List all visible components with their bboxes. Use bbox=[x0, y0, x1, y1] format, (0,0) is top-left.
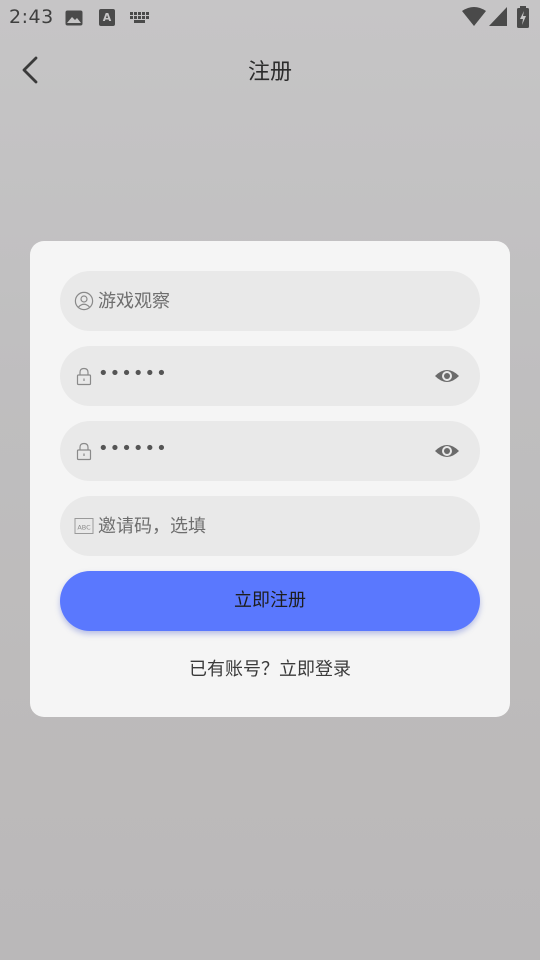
password-field[interactable]: •••••• bbox=[60, 346, 480, 406]
svg-text:A: A bbox=[103, 11, 112, 24]
password-input[interactable]: •••••• bbox=[98, 363, 168, 384]
status-bar: 2:43 A bbox=[0, 0, 540, 36]
register-button[interactable]: 立即注册 bbox=[60, 571, 480, 631]
confirm-password-field[interactable]: •••••• bbox=[60, 421, 480, 481]
status-time: 2:43 bbox=[9, 6, 54, 28]
invite-code-field[interactable]: ABC bbox=[60, 496, 480, 556]
svg-text:ABC: ABC bbox=[77, 524, 91, 532]
confirm-password-input[interactable]: •••••• bbox=[98, 438, 168, 459]
lock-icon bbox=[76, 367, 92, 386]
username-field[interactable] bbox=[60, 271, 480, 331]
invite-code-input[interactable] bbox=[98, 496, 418, 556]
keyboard-icon bbox=[130, 12, 149, 23]
header: 注册 bbox=[0, 40, 540, 100]
battery-charging-icon bbox=[517, 6, 529, 28]
abc-icon: ABC bbox=[74, 518, 94, 534]
user-icon bbox=[74, 291, 94, 311]
text-a-icon: A bbox=[99, 9, 115, 26]
image-icon bbox=[65, 10, 83, 26]
login-link[interactable]: 已有账号？立即登录 bbox=[30, 655, 510, 681]
page-title: 注册 bbox=[247, 60, 292, 85]
username-input[interactable] bbox=[98, 271, 418, 331]
eye-icon[interactable] bbox=[434, 438, 460, 464]
wifi-icon bbox=[462, 7, 486, 26]
register-card: •••••• •••••• ABC 立即注册 已有账号？立即登录 bbox=[30, 241, 510, 717]
lock-icon bbox=[76, 442, 92, 461]
eye-icon[interactable] bbox=[434, 363, 460, 389]
cell-signal-icon bbox=[489, 7, 507, 26]
